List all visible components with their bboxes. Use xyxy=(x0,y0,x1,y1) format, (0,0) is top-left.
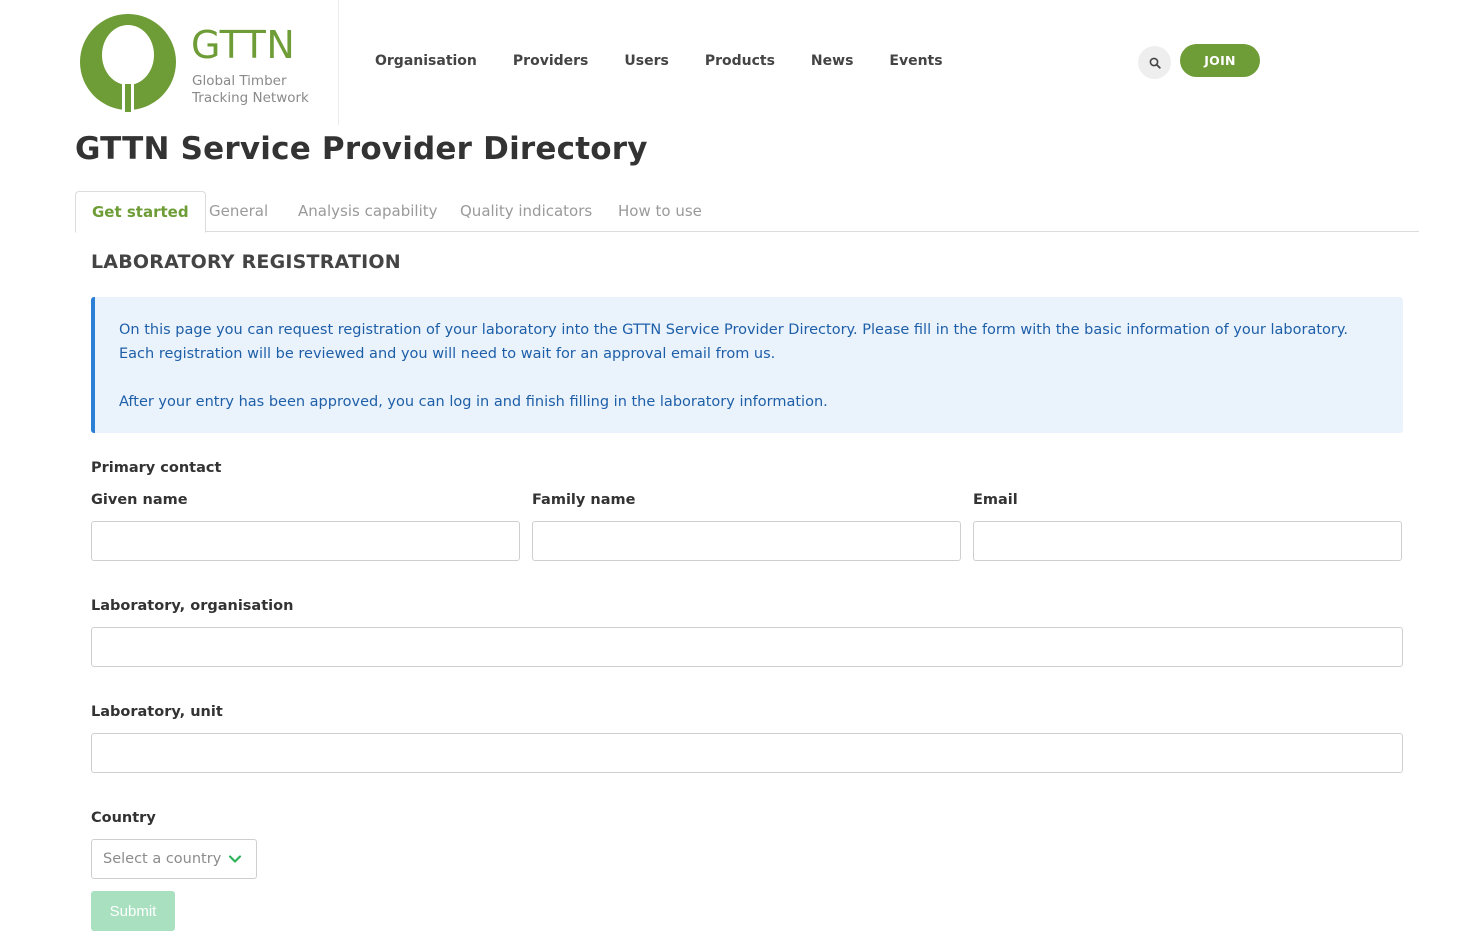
organisation-input[interactable] xyxy=(91,627,1403,667)
page-title: GTTN Service Provider Directory xyxy=(75,131,648,167)
country-select[interactable]: Select a country xyxy=(91,839,257,879)
family-name-label: Family name xyxy=(532,492,636,508)
tab-analysis-capability[interactable]: Analysis capability xyxy=(282,191,454,232)
family-name-input[interactable] xyxy=(532,521,961,561)
tab-get-started[interactable]: Get started xyxy=(75,191,206,233)
join-button[interactable]: JOIN xyxy=(1180,44,1260,77)
unit-label: Laboratory, unit xyxy=(91,704,223,720)
search-icon xyxy=(1149,57,1161,69)
country-select-placeholder: Select a country xyxy=(103,851,222,867)
main-nav: Organisation Providers Users Products Ne… xyxy=(375,51,979,71)
chevron-down-icon xyxy=(228,855,242,863)
tab-how-to-use[interactable]: How to use xyxy=(602,191,718,232)
unit-input[interactable] xyxy=(91,733,1403,773)
nav-item-events[interactable]: Events xyxy=(889,51,942,71)
submit-button[interactable]: Submit xyxy=(91,891,175,931)
nav-item-users[interactable]: Users xyxy=(624,51,668,71)
brand-subtitle-line1: Global Timber xyxy=(192,73,287,89)
gttn-logo[interactable]: GTTN Global Timber Tracking Network xyxy=(78,10,338,122)
site-header: GTTN Global Timber Tracking Network Orga… xyxy=(0,0,1483,125)
brand-subtitle-line2: Tracking Network xyxy=(192,90,309,106)
brand-name: GTTN xyxy=(191,23,296,67)
email-label: Email xyxy=(973,492,1018,508)
section-title: LABORATORY REGISTRATION xyxy=(91,251,401,273)
nav-item-products[interactable]: Products xyxy=(705,51,775,71)
tab-bar: Get started General Analysis capability … xyxy=(75,191,1419,233)
header-divider xyxy=(338,0,339,125)
nav-item-organisation[interactable]: Organisation xyxy=(375,51,477,71)
organisation-label: Laboratory, organisation xyxy=(91,598,294,614)
given-name-input[interactable] xyxy=(91,521,520,561)
country-label: Country xyxy=(91,810,156,826)
brand-subtitle: Global Timber Tracking Network xyxy=(192,73,309,107)
tab-quality-indicators[interactable]: Quality indicators xyxy=(444,191,608,232)
nav-item-news[interactable]: News xyxy=(811,51,853,71)
given-name-label: Given name xyxy=(91,492,188,508)
primary-contact-label: Primary contact xyxy=(91,460,222,476)
email-input[interactable] xyxy=(973,521,1402,561)
tab-general[interactable]: General xyxy=(193,191,284,232)
gttn-logo-mark xyxy=(80,14,176,112)
nav-item-providers[interactable]: Providers xyxy=(513,51,588,71)
search-button[interactable] xyxy=(1138,46,1171,79)
info-paragraph-1: On this page you can request registratio… xyxy=(119,322,1348,362)
info-paragraph-2: After your entry has been approved, you … xyxy=(119,394,828,410)
info-alert: On this page you can request registratio… xyxy=(91,297,1403,433)
